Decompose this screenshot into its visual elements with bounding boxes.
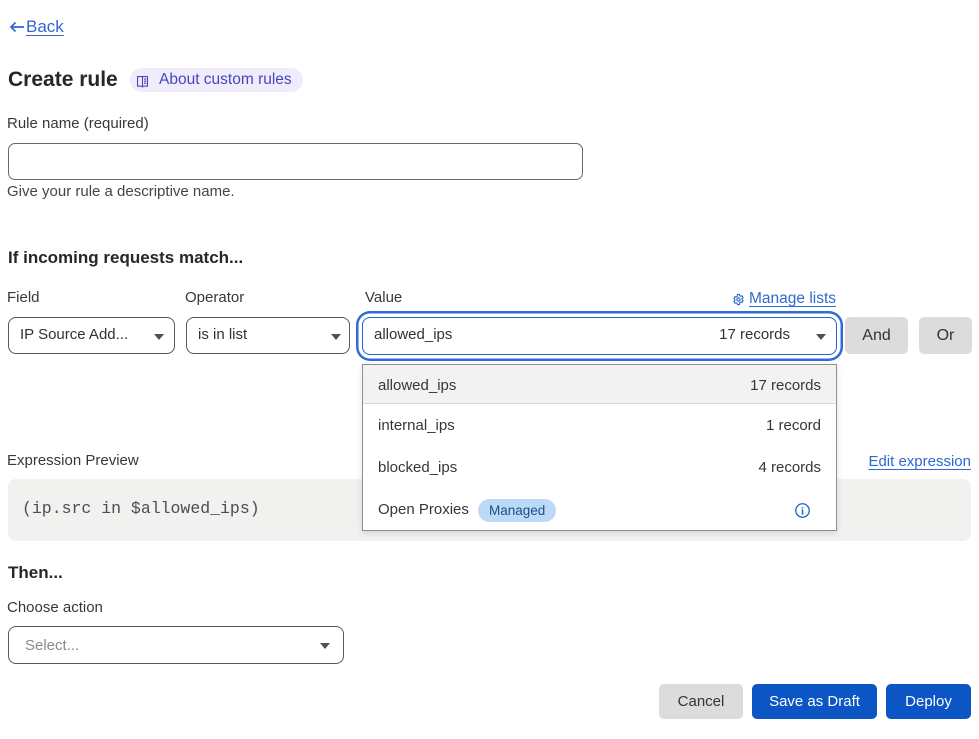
svg-text:i: i xyxy=(801,505,804,517)
